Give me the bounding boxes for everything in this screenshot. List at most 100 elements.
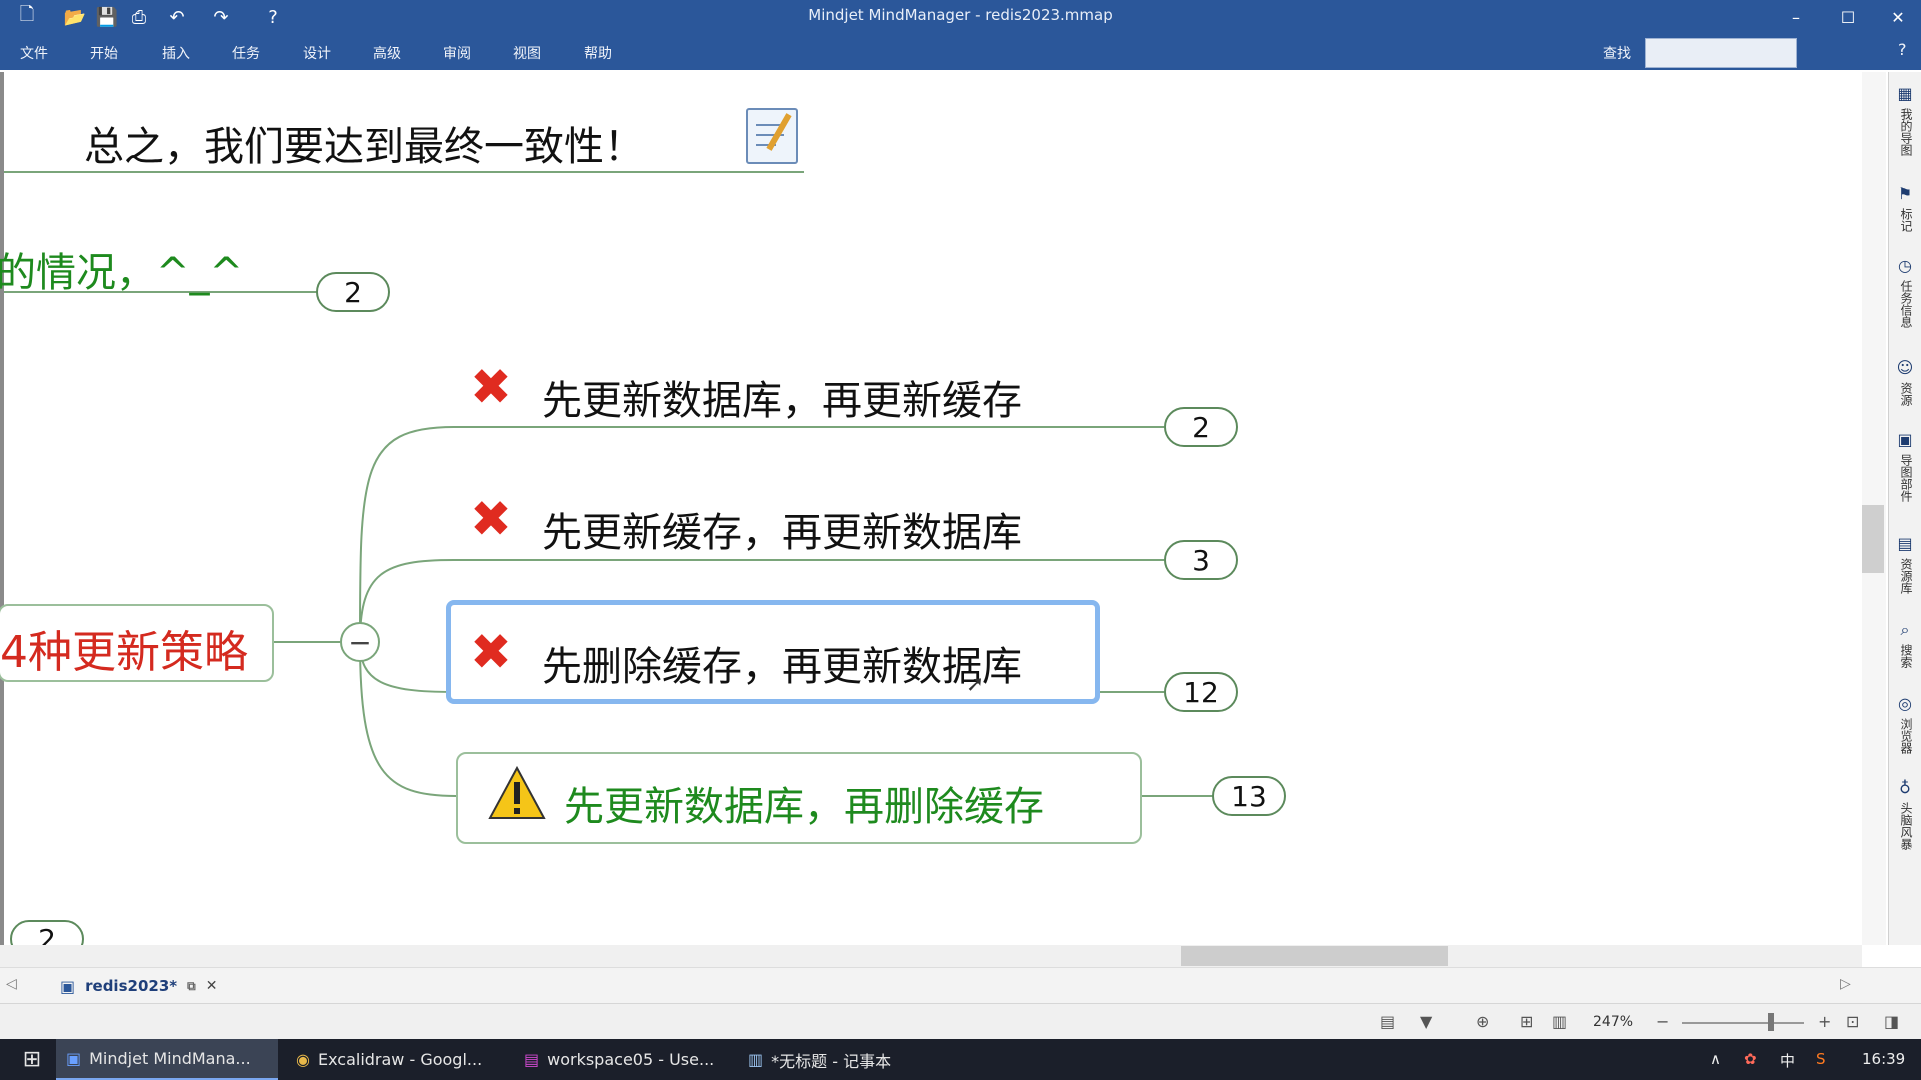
ime-indicator[interactable]: 中 — [1780, 1050, 1795, 1071]
taskbar-app-ide-label: workspace05 - Use... — [547, 1050, 715, 1069]
red-x-icon: ✖ — [470, 358, 512, 416]
zoom-slider-track[interactable] — [1682, 1022, 1804, 1024]
branch-3-label[interactable]: 先删除缓存，再更新数据库 — [542, 634, 1022, 692]
warning-icon — [488, 766, 546, 819]
menu-view[interactable]: 视图 — [513, 43, 541, 63]
document-tab-label: redis2023* — [85, 977, 178, 995]
window-title: Mindjet MindManager - redis2023.mmap — [808, 6, 1113, 24]
branch-4-count[interactable]: 13 — [1212, 776, 1286, 816]
tray-app-icon[interactable]: ✿ — [1744, 1050, 1757, 1068]
minimize-button[interactable]: – — [1776, 4, 1816, 30]
top-node[interactable]: 总之，我们要达到最终一致性！ — [84, 114, 644, 172]
clock[interactable]: 16:39 — [1862, 1050, 1905, 1068]
branch-4-label: 先更新数据库，再删除缓存 — [564, 784, 1044, 830]
panel-task-info[interactable]: 任务信息 — [1897, 280, 1913, 328]
tab-scroll-left-icon[interactable]: ◁ — [6, 976, 17, 992]
panel-my-maps[interactable]: 我的导图 — [1897, 108, 1913, 156]
branch-2-label[interactable]: 先更新缓存，再更新数据库 — [542, 500, 1022, 558]
float-tab-icon[interactable]: ⧉ — [187, 979, 196, 994]
document-tab-bar: ◁ ▣ redis2023* ⧉ ✕ ▷ — [0, 967, 1921, 1004]
task-info-icon[interactable]: ◷ — [1895, 256, 1915, 276]
taskbar-app-chrome-label: Excalidraw - Googl... — [317, 1050, 483, 1069]
taskbar: ⊞ ▣ Mindjet MindMana... ◉ Excalidraw - G… — [0, 1039, 1921, 1080]
panel-library[interactable]: 资源库 — [1897, 558, 1913, 594]
outline-view-icon[interactable]: ▥ — [1552, 1012, 1567, 1031]
markers-icon[interactable]: ⚑ — [1895, 184, 1915, 204]
panel-resources[interactable]: 资源 — [1897, 382, 1913, 406]
map-file-icon: ▣ — [60, 976, 76, 996]
panel-toggle-icon[interactable]: ◨ — [1884, 1012, 1899, 1031]
filter-icon[interactable]: ▼ — [1420, 1012, 1432, 1031]
mindjet-icon: ▣ — [66, 1049, 82, 1068]
center-node-label: 4种更新策略 — [0, 627, 248, 678]
right-task-panel: ▦ 我的导图 ⚑ 标记 ◷ 任务信息 ☺ 资源 ▣ 导图部件 ▤ 资源库 ⌕ 搜… — [1888, 72, 1921, 945]
brainstorm-icon[interactable]: ♁ — [1895, 778, 1915, 798]
menu-design[interactable]: 设计 — [303, 43, 331, 63]
branch-3-count[interactable]: 12 — [1164, 672, 1238, 712]
layout-icon[interactable]: ▤ — [1380, 1012, 1395, 1031]
start-button[interactable]: ⊞ — [14, 1039, 50, 1080]
browser-icon[interactable]: ◎ — [1895, 694, 1915, 714]
add-icon[interactable]: ⊕ — [1476, 1012, 1489, 1031]
library-icon[interactable]: ▤ — [1895, 534, 1915, 554]
taskbar-app-notepad-label: *无标题 - 记事本 — [771, 1051, 892, 1071]
document-tab[interactable]: ▣ redis2023* ⧉ ✕ — [60, 972, 217, 1000]
center-node-box[interactable]: 4种更新策略 — [0, 604, 274, 682]
taskbar-app-ide[interactable]: ▤ workspace05 - Use... — [518, 1039, 734, 1080]
find-label: 查找 — [1603, 46, 1631, 62]
menu-insert[interactable]: 插入 — [162, 43, 190, 63]
ribbon-menu: 文件 开始 插入 任务 设计 高级 审阅 视图 帮助 查找 ? — [0, 34, 1921, 70]
panel-markers[interactable]: 标记 — [1897, 208, 1913, 232]
menu-help[interactable]: 帮助 — [584, 43, 612, 63]
resources-icon[interactable]: ☺ — [1895, 358, 1915, 378]
tray-overflow-icon[interactable]: ∧ — [1710, 1050, 1721, 1068]
tab-scroll-right-icon[interactable]: ▷ — [1840, 976, 1851, 992]
zoom-in-icon[interactable]: + — [1818, 1012, 1831, 1031]
menu-review[interactable]: 审阅 — [443, 43, 471, 63]
vertical-scroll-thumb[interactable] — [1862, 505, 1884, 573]
panel-brainstorm[interactable]: 头脑风暴 — [1897, 802, 1913, 850]
panel-browser[interactable]: 浏览器 — [1897, 718, 1913, 754]
branch-2-count[interactable]: 3 — [1164, 540, 1238, 580]
partial-node[interactable]: 的情况，^_^ — [0, 240, 243, 298]
map-view-icon[interactable]: ⊞ — [1520, 1012, 1533, 1031]
zoom-level: 247% — [1593, 1014, 1634, 1030]
menu-home[interactable]: 开始 — [90, 43, 118, 63]
chrome-icon: ◉ — [296, 1050, 310, 1069]
close-tab-icon[interactable]: ✕ — [206, 978, 218, 994]
panel-map-parts[interactable]: 导图部件 — [1897, 454, 1913, 502]
my-maps-icon[interactable]: ▦ — [1895, 84, 1915, 104]
horizontal-scrollbar[interactable] — [0, 945, 1862, 967]
taskbar-app-notepad[interactable]: ▥ *无标题 - 记事本 — [742, 1039, 960, 1080]
menu-task[interactable]: 任务 — [232, 43, 260, 63]
taskbar-app-mindjet[interactable]: ▣ Mindjet MindMana... — [56, 1039, 278, 1080]
branch-1-count[interactable]: 2 — [1164, 407, 1238, 447]
taskbar-app-mindjet-label: Mindjet MindMana... — [89, 1049, 251, 1068]
panel-search[interactable]: 搜索 — [1897, 644, 1913, 668]
zoom-out-icon[interactable]: − — [1656, 1012, 1669, 1031]
ide-icon: ▤ — [524, 1050, 540, 1069]
red-x-icon: ✖ — [470, 490, 512, 548]
notes-icon[interactable] — [746, 108, 798, 164]
collapse-toggle[interactable]: − — [340, 622, 380, 662]
map-parts-icon[interactable]: ▣ — [1895, 430, 1915, 450]
taskbar-app-chrome[interactable]: ◉ Excalidraw - Googl... — [290, 1039, 516, 1080]
branch-1-label[interactable]: 先更新数据库，再更新缓存 — [542, 368, 1022, 426]
branch-curve-4 — [359, 641, 457, 797]
title-bar: 🗋 📂 💾 ⎙ ↶ ↷ ? Mindjet MindManager - redi… — [0, 0, 1921, 34]
fit-map-icon[interactable]: ⊡ — [1846, 1012, 1859, 1031]
maximize-button[interactable]: ☐ — [1828, 4, 1868, 30]
search-icon[interactable]: ⌕ — [1895, 620, 1915, 640]
horizontal-scroll-thumb[interactable] — [1181, 946, 1448, 966]
zoom-slider-knob[interactable] — [1768, 1013, 1774, 1031]
map-canvas[interactable]: 总之，我们要达到最终一致性！ 的情况，^_^ 2 4种更新策略 − ✖ 先更新数… — [0, 72, 1866, 958]
find-input[interactable] — [1645, 38, 1797, 68]
red-x-icon: ✖ — [470, 623, 512, 681]
menu-file[interactable]: 文件 — [20, 43, 48, 63]
input-method-icon[interactable]: S — [1816, 1050, 1826, 1068]
close-button[interactable]: ✕ — [1878, 4, 1918, 30]
help-icon[interactable]: ? — [1898, 40, 1907, 59]
mouse-cursor-icon: ➚ — [966, 672, 985, 697]
partial-node-count[interactable]: 2 — [316, 272, 390, 312]
menu-advanced[interactable]: 高级 — [373, 43, 401, 63]
